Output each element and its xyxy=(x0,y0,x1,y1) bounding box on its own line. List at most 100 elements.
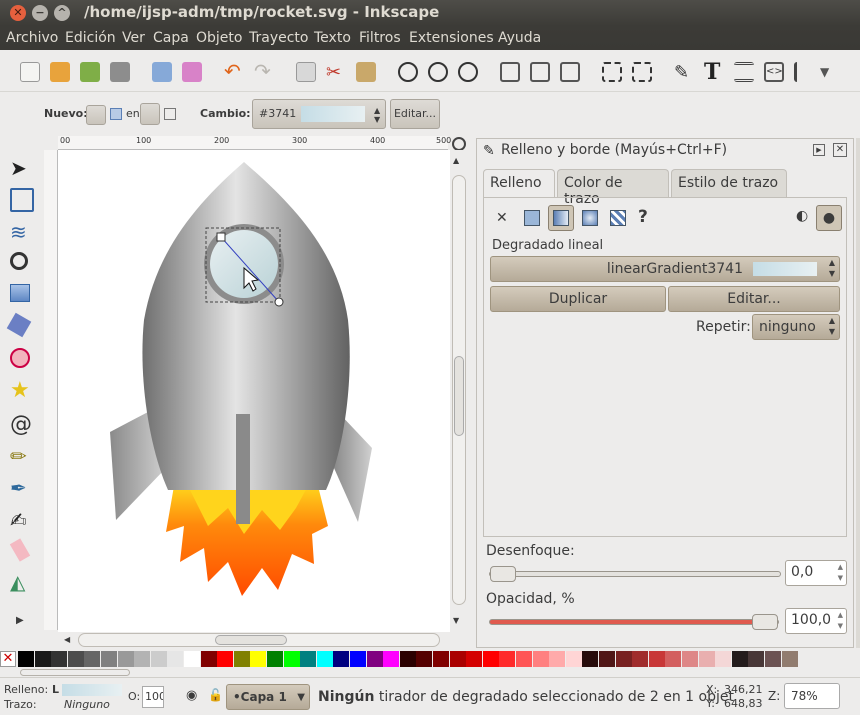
fill-rule-nonzero-icon[interactable]: ● xyxy=(816,205,842,231)
paint-bucket-icon[interactable]: ◭ xyxy=(10,570,34,594)
no-paint-icon[interactable]: ✕ xyxy=(496,210,508,226)
gradient-select[interactable]: #3741 ▲ ▼ xyxy=(252,99,386,129)
blur-slider-thumb[interactable] xyxy=(490,566,516,582)
palette-swatch[interactable] xyxy=(449,651,466,667)
vertical-scrollbar[interactable]: ▲ ▼ xyxy=(450,150,468,632)
opacity-slider-thumb[interactable] xyxy=(752,614,778,630)
palette-swatch[interactable] xyxy=(34,651,51,667)
palette-swatch[interactable] xyxy=(383,651,400,667)
opacity-slider[interactable] xyxy=(489,614,779,630)
tweak-icon[interactable]: ≋ xyxy=(10,220,34,244)
palette-swatch[interactable] xyxy=(466,651,483,667)
edit-button[interactable]: Editar... xyxy=(668,286,840,312)
pen-icon[interactable]: ✒ xyxy=(10,476,34,500)
group-icon[interactable] xyxy=(602,62,622,82)
duplicate-icon[interactable] xyxy=(500,62,520,82)
edit-gradient-button[interactable]: Editar... xyxy=(390,99,440,129)
palette-swatch[interactable] xyxy=(316,651,333,667)
zoom-page-icon[interactable] xyxy=(458,62,478,82)
box3d-icon[interactable] xyxy=(6,312,32,338)
import-icon[interactable] xyxy=(152,62,172,82)
save-icon[interactable] xyxy=(80,62,100,82)
palette-swatch[interactable] xyxy=(731,651,748,667)
text-icon[interactable]: T xyxy=(704,61,724,83)
menu-extensiones[interactable]: Extensiones xyxy=(409,30,494,46)
ungroup-icon[interactable] xyxy=(632,62,652,82)
menu-capa[interactable]: Capa xyxy=(153,30,189,46)
repeat-select[interactable]: ninguno ▲ ▼ xyxy=(752,314,840,340)
menu-ayuda[interactable]: Ayuda xyxy=(498,30,541,46)
palette-swatch[interactable] xyxy=(267,651,283,667)
vertical-scroll-track[interactable] xyxy=(452,175,466,605)
maximize-window-icon[interactable]: ^ xyxy=(54,5,70,21)
palette-swatch[interactable] xyxy=(333,651,350,667)
layers-icon[interactable] xyxy=(734,62,754,82)
palette-swatch[interactable] xyxy=(648,651,665,667)
radial-gradient-icon[interactable] xyxy=(582,210,598,226)
palette-swatch[interactable] xyxy=(632,651,649,667)
fill-stroke-icon[interactable]: ✎ xyxy=(674,62,694,83)
cut-icon[interactable]: ✂ xyxy=(326,62,346,83)
palette-swatch[interactable] xyxy=(18,651,34,667)
palette-swatch[interactable] xyxy=(615,651,632,667)
zoom-spinbox[interactable]: 78% xyxy=(784,683,840,709)
new-document-icon[interactable] xyxy=(20,62,40,82)
minimize-window-icon[interactable]: − xyxy=(32,5,48,21)
spin-arrow-icon[interactable]: ▲ ▼ xyxy=(838,562,843,584)
export-icon[interactable] xyxy=(182,62,202,82)
palette-swatch[interactable] xyxy=(582,651,599,667)
palette-swatch[interactable] xyxy=(765,651,781,667)
palette-swatch[interactable] xyxy=(665,651,682,667)
pencil-icon[interactable]: ✏ xyxy=(10,444,34,468)
palette-swatch[interactable] xyxy=(134,651,151,667)
clone-icon[interactable] xyxy=(530,62,550,82)
menu-texto[interactable]: Texto xyxy=(314,30,351,46)
no-color-swatch[interactable]: ✕ xyxy=(0,651,16,667)
panel-close-icon[interactable]: ✕ xyxy=(833,143,847,157)
palette-swatch[interactable] xyxy=(499,651,516,667)
palette-scroll-thumb[interactable] xyxy=(20,669,130,676)
zoom-selection-icon[interactable] xyxy=(398,62,418,82)
spiral-icon[interactable]: @ xyxy=(10,412,34,437)
palette-swatch[interactable] xyxy=(682,651,698,667)
tab-estilo-de-trazo[interactable]: Estilo de trazo xyxy=(671,169,787,197)
vertical-ruler[interactable] xyxy=(44,150,58,630)
palette-swatch[interactable] xyxy=(117,651,134,667)
opacity-spinbox[interactable]: 100,0 ▲ ▼ xyxy=(785,608,847,634)
palette-swatch[interactable] xyxy=(599,651,615,667)
menu-filtros[interactable]: Filtros xyxy=(359,30,401,46)
palette-swatch[interactable] xyxy=(715,651,732,667)
selector-icon[interactable]: ➤ xyxy=(10,156,34,180)
palette-swatch[interactable] xyxy=(366,651,383,667)
rocket-drawing[interactable] xyxy=(58,150,450,632)
xml-editor-icon[interactable]: <> xyxy=(764,62,784,82)
scroll-down-icon[interactable]: ▼ xyxy=(453,616,459,625)
ellipse-icon[interactable] xyxy=(10,348,30,368)
layer-select[interactable]: •Capa 1 ▼ xyxy=(226,684,310,710)
apply-to-fill-button[interactable] xyxy=(140,103,160,125)
gradient-end-handle[interactable] xyxy=(274,297,284,307)
linear-gradient-button[interactable] xyxy=(548,205,574,231)
stroke-indicator-value[interactable]: Ninguno xyxy=(64,698,110,711)
palette-swatch[interactable] xyxy=(167,651,184,667)
rectangle-icon[interactable] xyxy=(10,284,30,302)
status-opacity-spin[interactable]: 100 xyxy=(142,686,164,708)
undo-icon[interactable]: ↶ xyxy=(224,61,244,82)
spin-arrow-icon[interactable]: ▲ ▼ xyxy=(838,610,843,632)
palette-swatch[interactable] xyxy=(101,651,117,667)
unset-icon[interactable]: ? xyxy=(638,207,648,227)
toolbar-overflow-icon[interactable]: ▼ xyxy=(820,62,840,82)
palette-swatch[interactable] xyxy=(300,651,317,667)
zoom-drawing-icon[interactable] xyxy=(428,62,448,82)
print-icon[interactable] xyxy=(110,62,130,82)
pattern-icon[interactable] xyxy=(610,210,626,226)
star-icon[interactable]: ★ xyxy=(10,378,34,403)
redo-icon[interactable]: ↷ xyxy=(254,61,274,82)
new-linear-button[interactable] xyxy=(86,105,106,125)
drawing-canvas[interactable] xyxy=(58,150,450,632)
node-icon[interactable] xyxy=(10,188,34,212)
stroke-target-icon[interactable] xyxy=(164,108,176,120)
palette-swatch[interactable] xyxy=(283,651,300,667)
panel-scrollbar[interactable] xyxy=(856,138,860,648)
layer-visibility-icon[interactable]: ◉ xyxy=(186,688,197,703)
